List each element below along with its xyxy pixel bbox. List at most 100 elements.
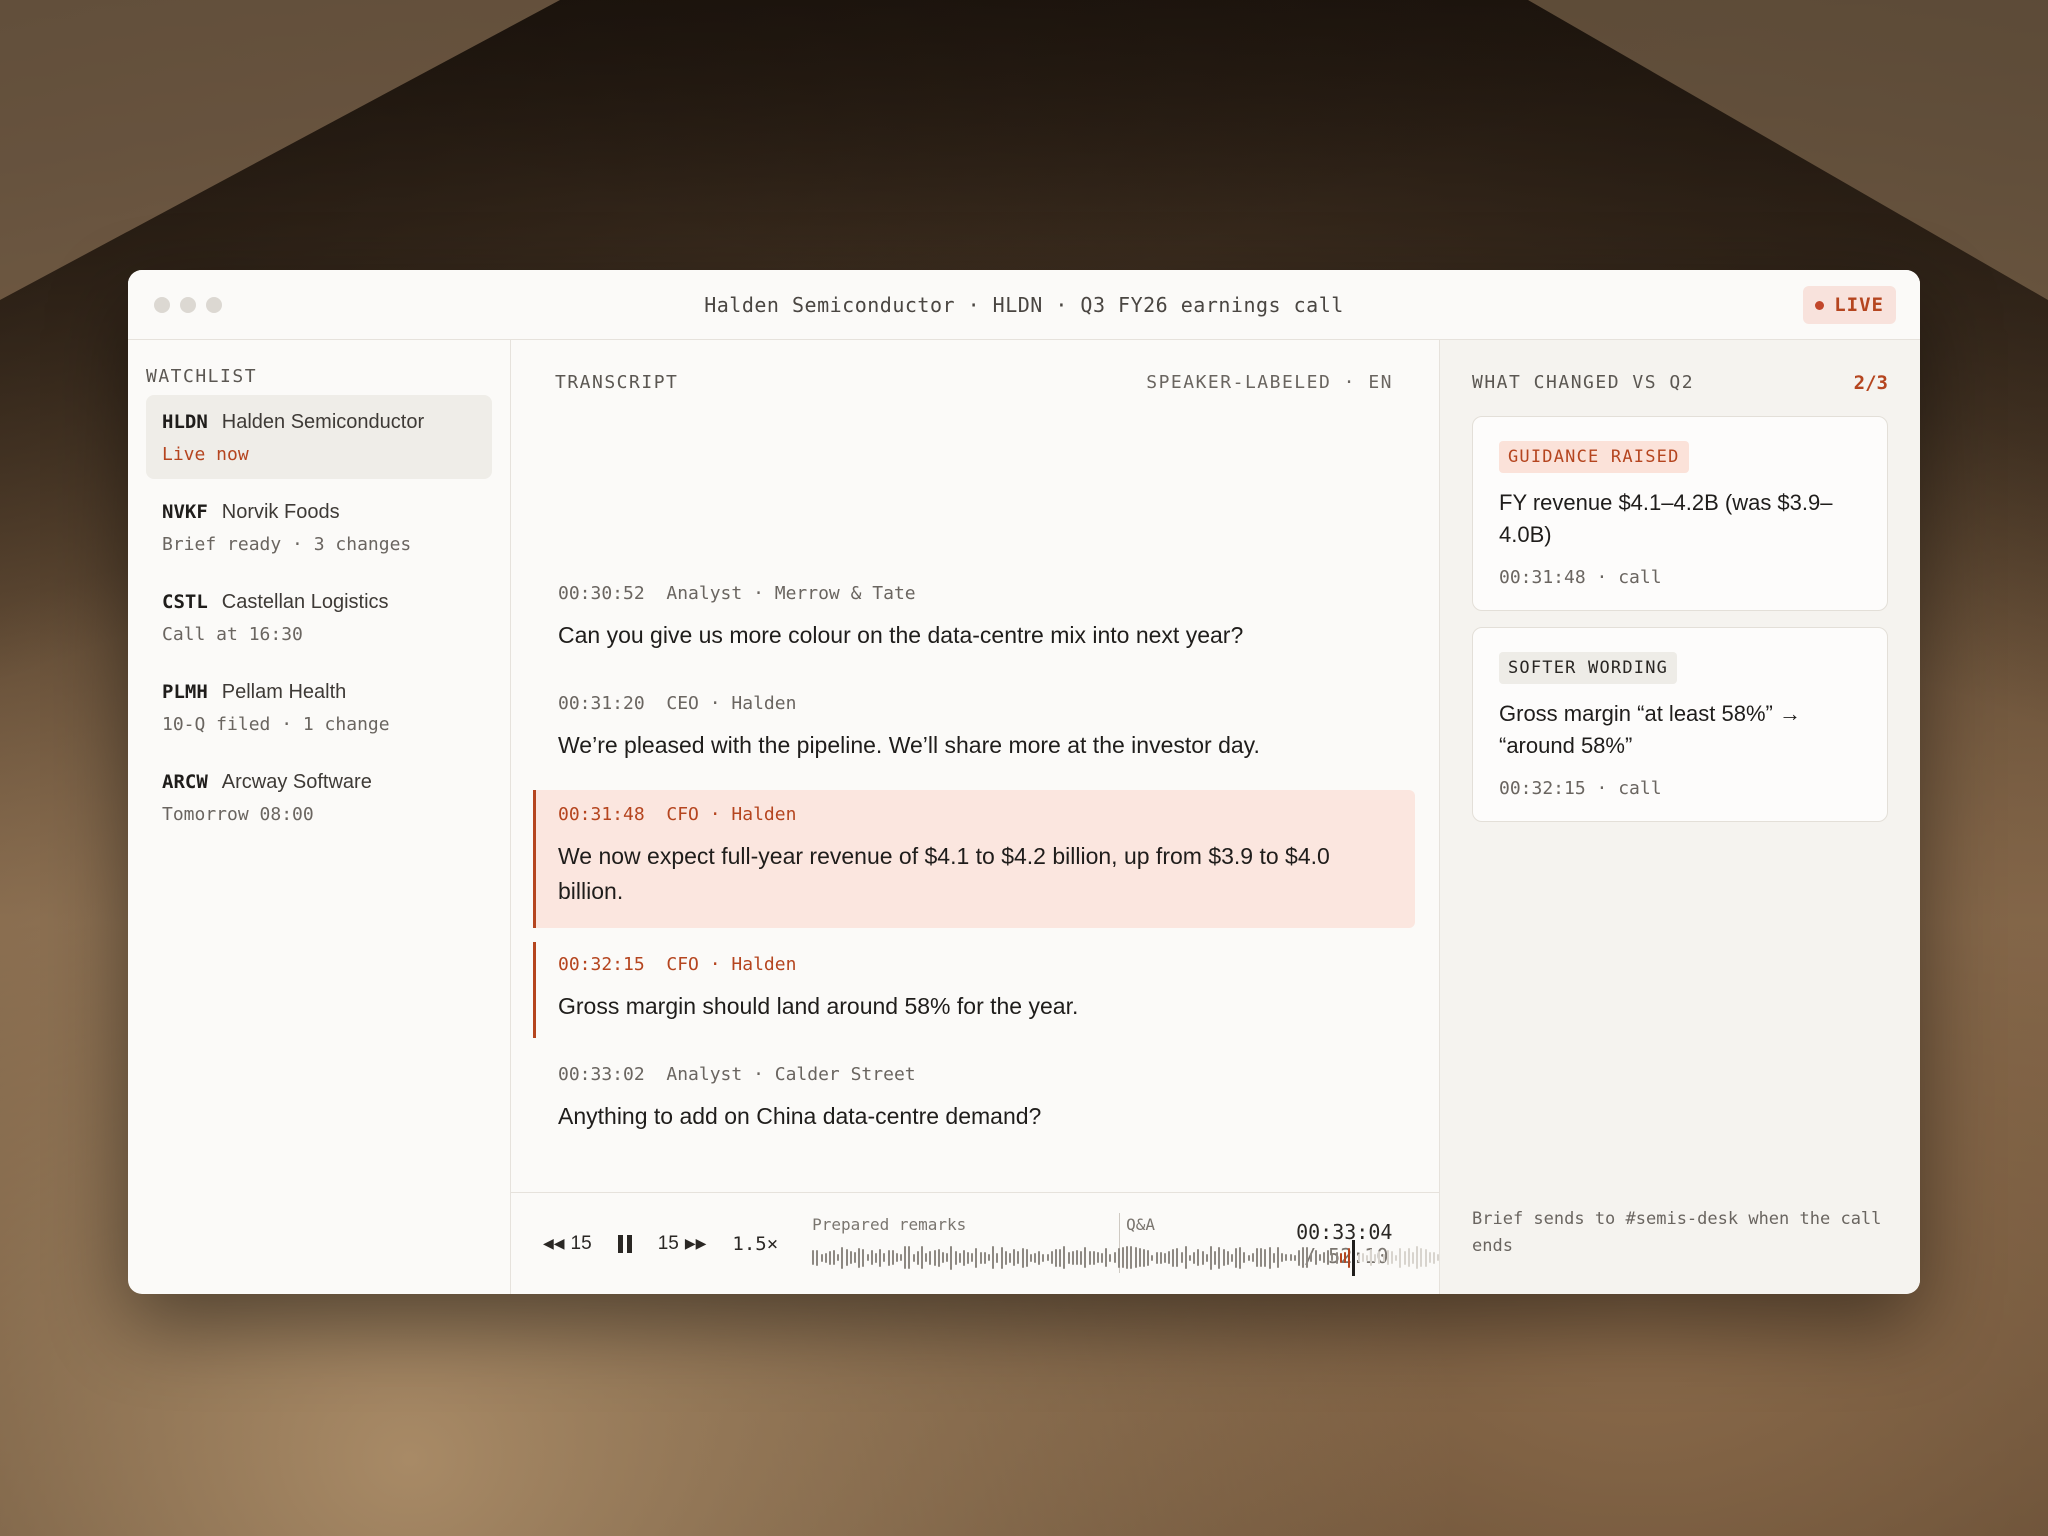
transcript-scroll[interactable]: TRANSCRIPT SPEAKER-LABELED · EN 00:30:52…: [511, 340, 1439, 1192]
forward-label: 15: [657, 1232, 679, 1254]
waveform-bar: [1420, 1248, 1423, 1267]
waveform-bar: [1080, 1250, 1083, 1265]
rewind-15-button[interactable]: ◀◀ 15: [543, 1233, 592, 1255]
waveform-bar: [1357, 1253, 1360, 1262]
waveform-bar: [988, 1254, 991, 1261]
waveform-scrubber[interactable]: Prepared remarks Q&A: [812, 1209, 1670, 1279]
background-shard-right: [1528, 0, 2048, 300]
utterance-text: Anything to add on China data-centre dem…: [558, 1102, 1042, 1129]
change-description: Gross margin “at least 58%” → “around 58…: [1499, 700, 1801, 758]
watchlist-ticker: NVKF: [162, 501, 208, 523]
utterance-text: We’re pleased with the pipeline. We’ll s…: [558, 731, 1260, 758]
watchlist-item-plmh[interactable]: PLMH Pellam Health 10-Q filed · 1 change: [146, 665, 492, 749]
waveform-bar: [1151, 1254, 1154, 1261]
pause-button[interactable]: [617, 1234, 632, 1253]
watchlist-company: Pellam Health: [221, 681, 347, 703]
playhead[interactable]: [1352, 1239, 1356, 1276]
segment-prepared-remarks: Prepared remarks: [812, 1214, 967, 1234]
utterance[interactable]: 00:31:20 CEO · Halden We’re pleased with…: [533, 681, 1415, 777]
waveform-bar: [937, 1248, 940, 1267]
watchlist-status: Tomorrow 08:00: [162, 804, 314, 825]
waveform-bar: [870, 1250, 873, 1265]
utterance[interactable]: 00:33:02 Analyst · Calder Street Anythin…: [533, 1052, 1415, 1148]
waveform-bar: [1226, 1250, 1229, 1265]
change-tag: GUIDANCE RAISED: [1499, 441, 1689, 473]
waveform-bar: [1247, 1254, 1250, 1261]
watchlist-ticker: CSTL: [162, 591, 208, 613]
waveform-bar: [1386, 1250, 1389, 1265]
transcript-label: TRANSCRIPT: [555, 372, 679, 393]
forward-15-button[interactable]: 15 ▶▶: [658, 1233, 707, 1255]
waveform-bar: [883, 1253, 886, 1262]
waveform-bar: [1126, 1246, 1129, 1269]
waveform-bar: [1264, 1248, 1267, 1267]
waveform-bar: [1084, 1247, 1087, 1268]
rewind-label: 15: [570, 1232, 592, 1254]
live-dot-icon: [1815, 300, 1825, 310]
segment-qa: Q&A: [1126, 1214, 1156, 1234]
change-card[interactable]: SOFTER WORDING Gross margin “at least 58…: [1472, 626, 1888, 822]
utterance-meta: 00:31:20 CEO · Halden: [558, 692, 797, 714]
waveform-bar: [1059, 1248, 1062, 1267]
utterance-text: Gross margin should land around 58% for …: [558, 993, 1079, 1019]
waveform-bar: [1209, 1245, 1212, 1270]
waveform-bar: [1230, 1253, 1233, 1262]
waveform-bar: [812, 1250, 815, 1265]
watchlist-item-arcw[interactable]: ARCW Arcway Software Tomorrow 08:00: [146, 755, 492, 839]
utterance[interactable]: 00:30:52 Analyst · Merrow & Tate Can you…: [533, 571, 1415, 667]
watchlist-item-cstl[interactable]: CSTL Castellan Logistics Call at 16:30: [146, 575, 492, 659]
waveform-bar: [1101, 1252, 1104, 1263]
watchlist-ticker: HLDN: [162, 411, 208, 433]
waveform-bar: [1117, 1247, 1120, 1268]
watchlist-status: Brief ready · 3 changes: [162, 534, 412, 555]
waveform-bar: [1251, 1253, 1254, 1262]
live-label: LIVE: [1834, 294, 1884, 316]
watchlist-status: Call at 16:30: [162, 624, 303, 645]
waveform-bar: [979, 1251, 982, 1264]
waveform-bar: [1416, 1246, 1419, 1269]
waveform-bar: [824, 1252, 827, 1263]
waveform-bar: [1361, 1253, 1364, 1262]
utterance-meta: 00:30:52 Analyst · Merrow & Tate: [558, 583, 916, 604]
waveform-bar: [1130, 1246, 1133, 1269]
waveform-bar: [1424, 1248, 1427, 1267]
waveform-bar: [1378, 1251, 1381, 1264]
waveform-bar: [1432, 1251, 1435, 1264]
waveform-bar: [1285, 1254, 1288, 1261]
utterance-list: 00:30:52 Analyst · Merrow & Tate Can you…: [533, 571, 1415, 1147]
waveform-bar: [1147, 1249, 1150, 1266]
waveform-bar: [858, 1247, 861, 1268]
app-window: Halden Semiconductor · HLDN · Q3 FY26 ea…: [128, 270, 1920, 1294]
utterance-meta: 00:33:02 Analyst · Calder Street: [558, 1063, 916, 1085]
utterance-flagged[interactable]: 00:32:15 CFO · Halden Gross margin shoul…: [533, 942, 1415, 1038]
waveform-bar: [895, 1253, 898, 1262]
waveform-bar: [833, 1250, 836, 1265]
waveform-bar: [912, 1253, 915, 1262]
utterance-text: We now expect full-year revenue of $4.1 …: [558, 843, 1330, 904]
playback-speed-button[interactable]: 1.5×: [732, 1233, 778, 1255]
waveform-bar: [1197, 1249, 1200, 1266]
watchlist-item-nvkf[interactable]: NVKF Norvik Foods Brief ready · 3 change…: [146, 485, 492, 569]
change-tag: SOFTER WORDING: [1499, 651, 1678, 684]
waveform-bar: [1134, 1247, 1137, 1268]
waveform-bar: [1113, 1252, 1116, 1263]
waveform-bar: [1122, 1247, 1125, 1268]
audio-player: ◀◀ 15 15 ▶▶ 1.5× Prepared remarks Q&A 00…: [511, 1192, 1670, 1294]
watchlist-ticker: ARCW: [162, 771, 208, 793]
utterance-highlighted[interactable]: 00:31:48 CFO · Halden We now expect full…: [533, 790, 1415, 928]
waveform-bar: [929, 1250, 932, 1265]
watchlist-sidebar: WATCHLIST HLDN Halden Semiconductor Live…: [128, 340, 511, 1294]
waveform-bar: [891, 1250, 894, 1265]
change-card[interactable]: GUIDANCE RAISED FY revenue $4.1–4.2B (wa…: [1472, 416, 1888, 611]
waveform-bar: [1314, 1250, 1317, 1265]
forward-icon: ▶▶: [684, 1235, 707, 1251]
waveform-bar: [1297, 1249, 1300, 1266]
waveform-bar: [1256, 1248, 1259, 1267]
waveform-bar: [962, 1249, 965, 1266]
waveform-bar: [1184, 1246, 1187, 1269]
watchlist-item-hldn[interactable]: HLDN Halden Semiconductor Live now: [146, 395, 492, 479]
waveform-bar: [1272, 1252, 1275, 1263]
waveform-bar: [941, 1252, 944, 1263]
watchlist-company: Arcway Software: [221, 771, 372, 793]
waveform-bar: [1055, 1248, 1058, 1267]
